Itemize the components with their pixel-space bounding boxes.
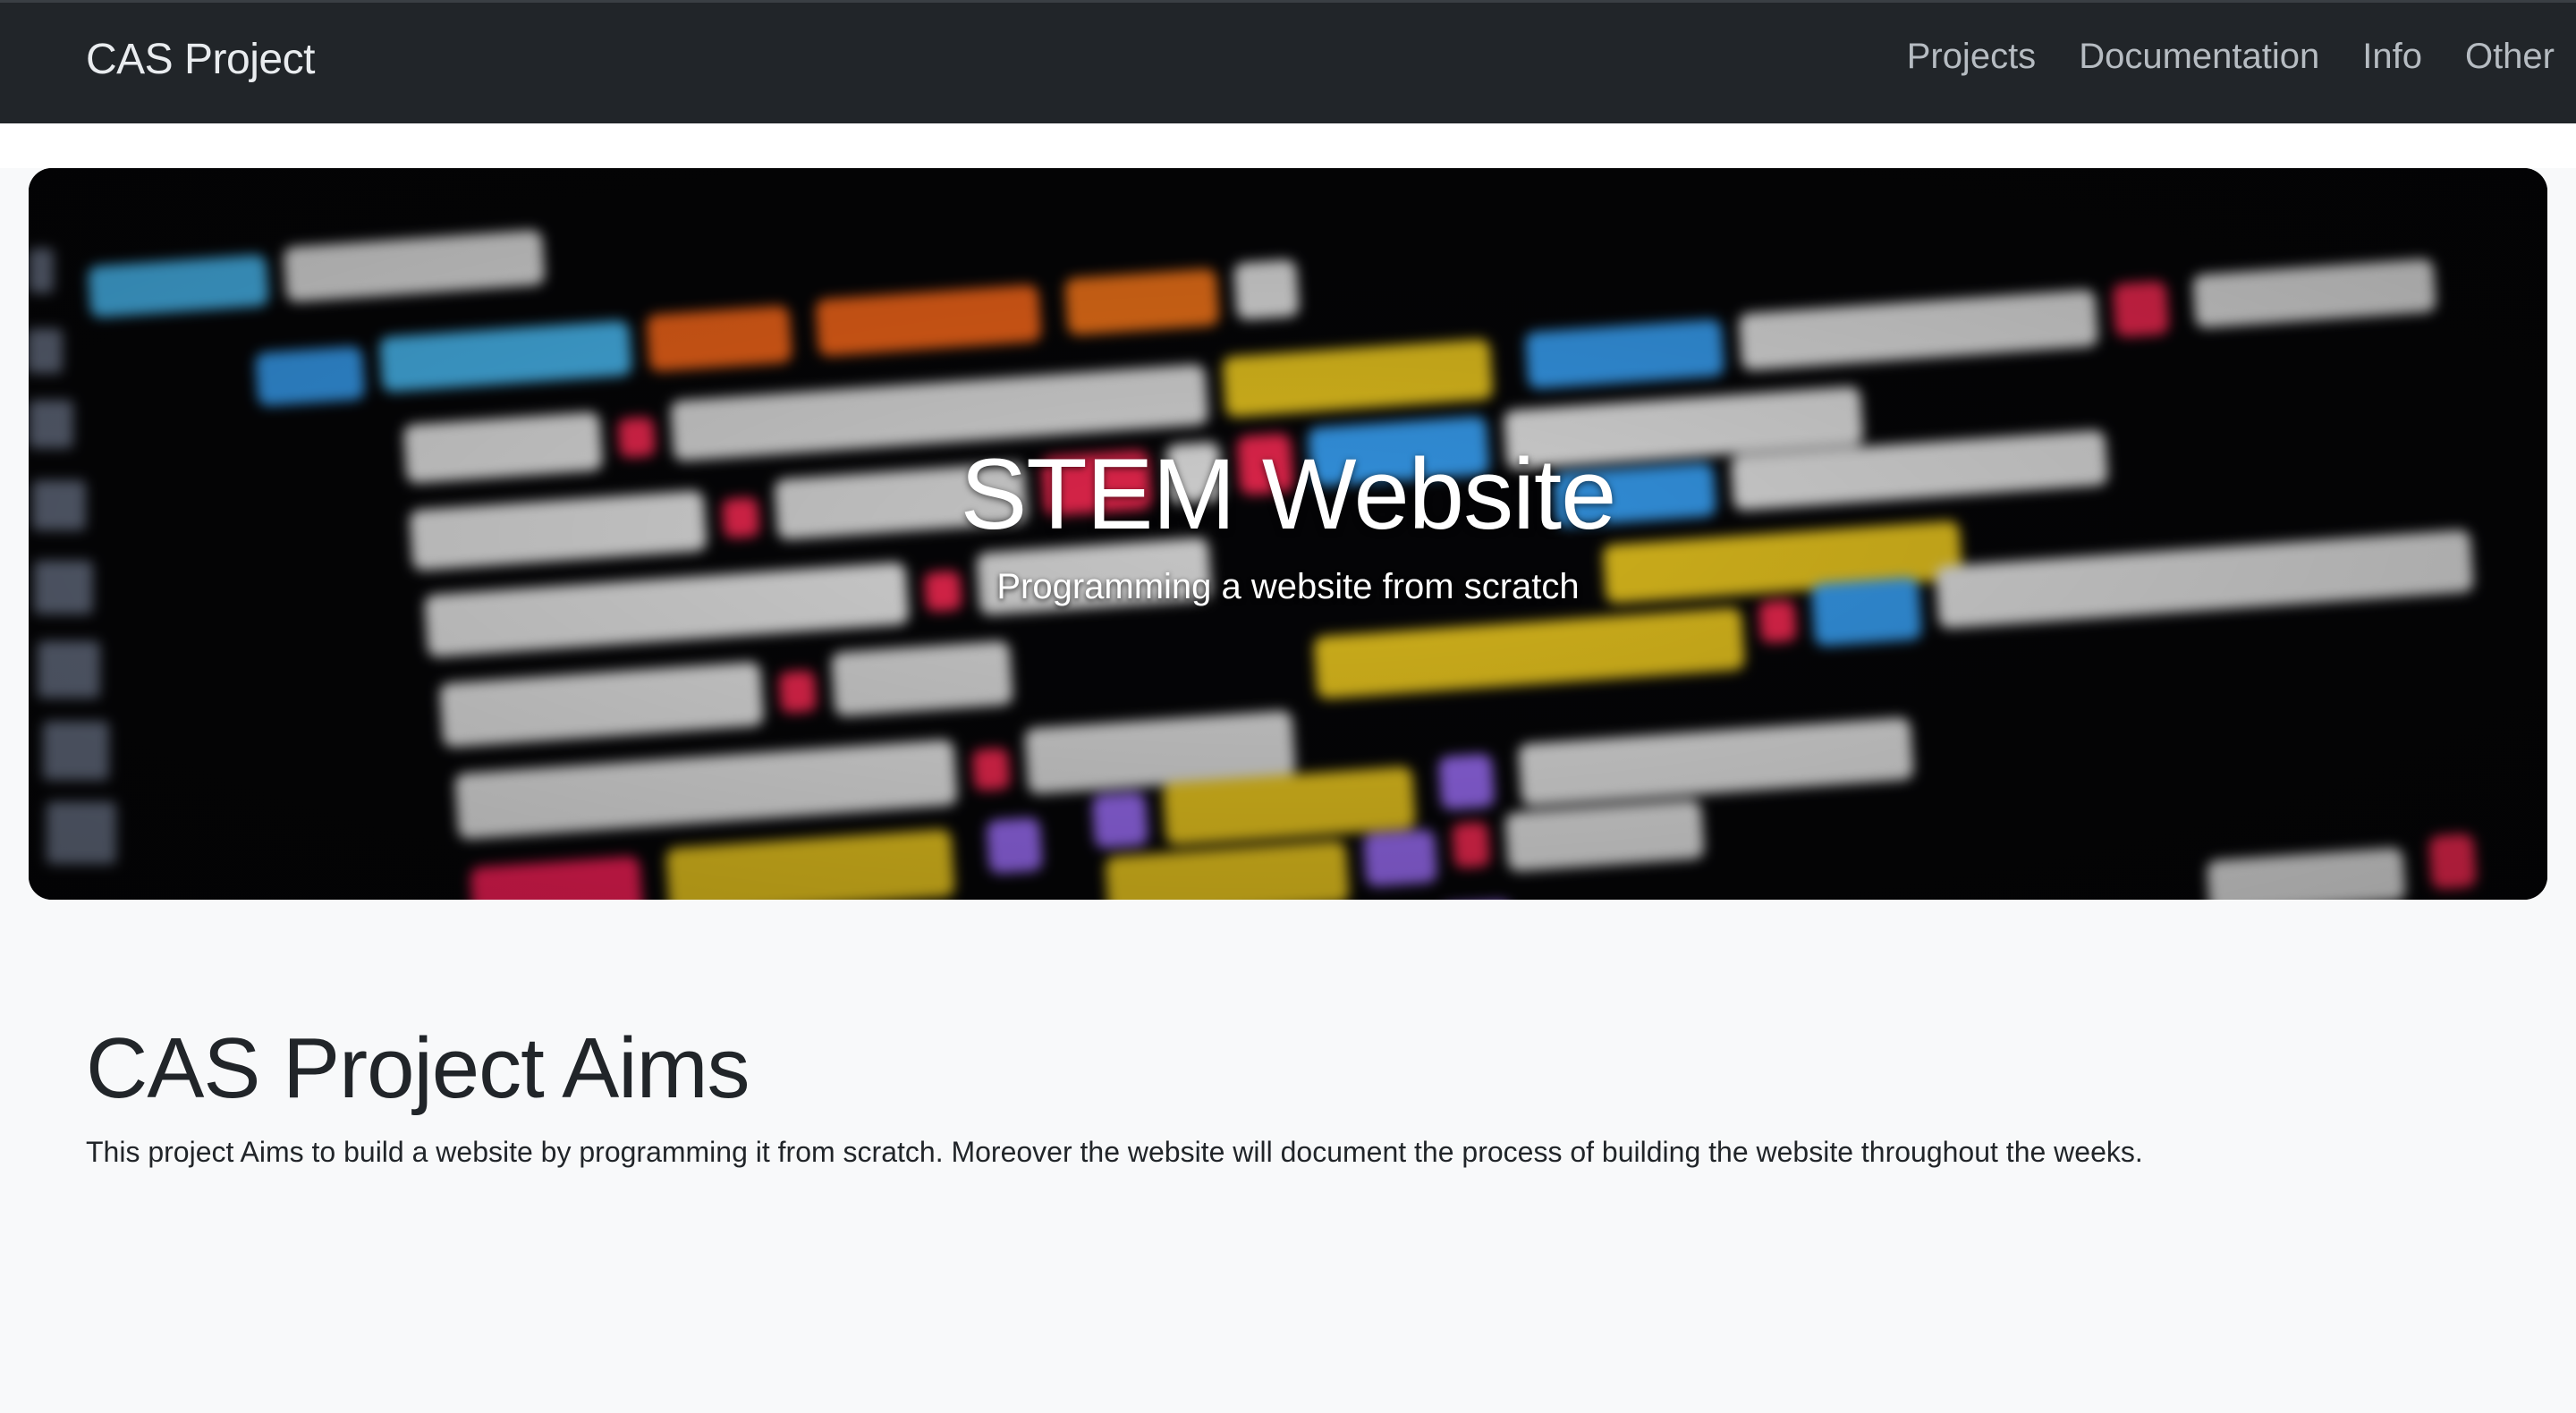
nav-link-projects[interactable]: Projects: [1907, 37, 2037, 77]
nav-links: Projects Documentation Info Other: [1907, 37, 2555, 77]
aims-heading: CAS Project Aims: [86, 1020, 750, 1116]
nav-link-documentation[interactable]: Documentation: [2079, 37, 2319, 77]
hero-title: STEM Website: [960, 438, 1617, 550]
nav-link-info[interactable]: Info: [2362, 37, 2422, 77]
hero-banner: STEM Website Programming a website from …: [29, 168, 2547, 900]
navbar-spacer: [0, 123, 2576, 168]
hero-subtitle: Programming a website from scratch: [996, 567, 1580, 606]
aims-description: This project Aims to build a website by …: [86, 1136, 2143, 1168]
navbar-brand[interactable]: CAS Project: [86, 35, 315, 84]
nav-link-other[interactable]: Other: [2465, 37, 2555, 77]
top-navbar: CAS Project Projects Documentation Info …: [0, 0, 2576, 123]
